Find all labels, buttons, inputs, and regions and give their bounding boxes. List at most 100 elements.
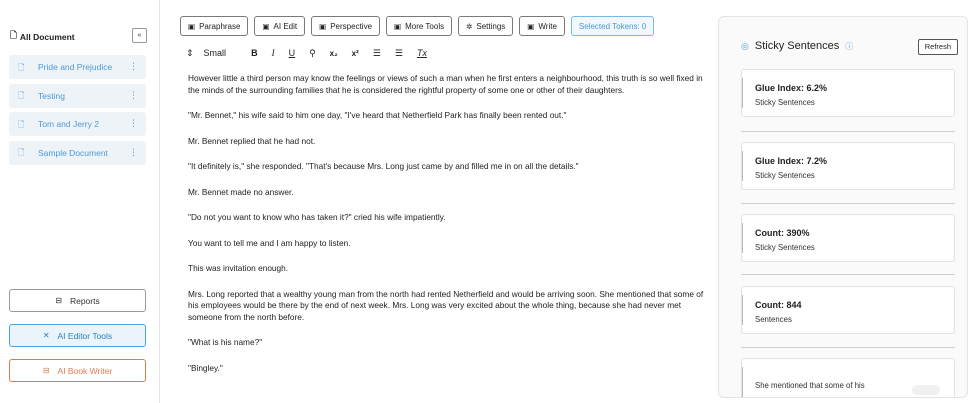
- document-icon: 🗋: [18, 91, 25, 100]
- more-tools-button[interactable]: ▣ More Tools: [386, 16, 453, 36]
- reports-button[interactable]: ⊟ Reports: [9, 289, 146, 312]
- editor-paragraph: "What is his name?": [188, 337, 263, 347]
- selected-tokens-badge: Selected Tokens: 0: [570, 16, 655, 36]
- settings-button-label: Settings: [476, 21, 506, 31]
- selected-tokens-label: Selected Tokens: 0: [578, 21, 647, 31]
- ai-edit-button-label: AI Edit: [273, 21, 298, 31]
- divider: [741, 131, 955, 132]
- subscript-button[interactable]: x₂: [330, 49, 338, 58]
- editor-paragraph: However little a third person may know t…: [188, 73, 703, 95]
- sentence-card[interactable]: She mentioned that some of his: [741, 358, 955, 397]
- more-options-icon[interactable]: ⋮: [129, 147, 138, 158]
- divider: [741, 274, 955, 275]
- italic-button[interactable]: I: [272, 48, 275, 58]
- more-options-icon[interactable]: ⋮: [129, 118, 138, 129]
- document-list: 🗋 Pride and Prejudice ⋮ 🗋 Testing ⋮ 🗋 To…: [9, 55, 146, 169]
- sidebar-title-label: All Document: [19, 32, 75, 42]
- info-icon[interactable]: ⓘ: [845, 41, 853, 52]
- more-options-icon[interactable]: ⋮: [129, 90, 138, 101]
- metric-card[interactable]: Glue Index: 7.2% Sticky Sentences: [741, 142, 955, 190]
- sidebar-title: 🗋 All Document: [10, 30, 75, 44]
- perspective-button[interactable]: ▣ Perspective: [311, 16, 381, 36]
- document-item-pride-and-prejudice[interactable]: 🗋 Pride and Prejudice ⋮: [9, 55, 146, 79]
- write-button-label: Write: [538, 21, 557, 31]
- metric-card-subtitle: Sticky Sentences: [755, 243, 815, 252]
- metric-card-title: Glue Index: 6.2%: [755, 83, 828, 93]
- document-icon: 🗋: [18, 148, 25, 157]
- more-options-icon[interactable]: ⋮: [129, 61, 138, 72]
- more-tools-icon: ▣: [394, 21, 402, 31]
- tools-icon: ✕: [42, 331, 50, 340]
- ai-book-writer-button-label: AI Book Writer: [57, 365, 113, 376]
- app: 🗋 All Document « 🗋 Pride and Prejudice ⋮…: [0, 0, 980, 403]
- document-icon: 🗋: [10, 30, 17, 40]
- book-icon: ⊟: [42, 366, 50, 375]
- reports-icon: ⊟: [55, 296, 62, 305]
- metric-card-title: Count: 844: [755, 300, 802, 310]
- ai-editor-tools-button-label: AI Editor Tools: [57, 330, 113, 341]
- tool-toolbar: ▣ Paraphrase ▣ AI Edit ▣ Perspective ▣ M…: [180, 16, 655, 36]
- text-editor[interactable]: However little a third person may know t…: [188, 73, 708, 403]
- more-tools-button-label: More Tools: [405, 21, 445, 31]
- sentence-card-text: She mentioned that some of his: [755, 381, 865, 390]
- gear-icon: ✲: [466, 21, 473, 31]
- bold-button[interactable]: B: [251, 48, 258, 58]
- bullet-list-icon[interactable]: ☰: [395, 48, 403, 59]
- target-icon: ◎: [741, 40, 749, 51]
- panel-title: Sticky Sentences: [754, 40, 840, 52]
- underline-button[interactable]: U: [289, 48, 296, 58]
- perspective-icon: ▣: [319, 21, 327, 31]
- metric-card-subtitle: Sticky Sentences: [755, 171, 815, 180]
- ai-edit-button[interactable]: ▣ AI Edit: [254, 16, 306, 36]
- paraphrase-button-label: Paraphrase: [199, 21, 241, 31]
- editor-paragraph: This was invitation enough.: [188, 263, 289, 273]
- editor-paragraph: You want to tell me and I am happy to li…: [188, 237, 351, 248]
- ordered-list-icon[interactable]: ☰: [373, 48, 381, 59]
- metric-card[interactable]: Count: 390% Sticky Sentences: [741, 214, 955, 262]
- perspective-button-label: Perspective: [330, 21, 373, 31]
- superscript-button[interactable]: x²: [352, 49, 359, 58]
- editor-paragraph: "It definitely is," she responded. "That…: [188, 161, 579, 171]
- editor-paragraph: Mr. Bennet made no answer.: [188, 186, 294, 197]
- sidebar-header: 🗋 All Document «: [10, 28, 147, 45]
- panel-header: ◎ Sticky Sentences ⓘ: [741, 40, 853, 52]
- editor-paragraph: "Do not you want to know who has taken i…: [188, 212, 446, 222]
- document-icon: 🗋: [18, 119, 25, 129]
- reports-button-label: Reports: [69, 295, 100, 306]
- paraphrase-button[interactable]: ▣ Paraphrase: [180, 16, 249, 36]
- scroll-indicator[interactable]: [912, 385, 940, 395]
- document-item-tom-and-jerry-2[interactable]: 🗋 Tom and Jerry 2 ⋮: [9, 112, 146, 136]
- divider: [741, 347, 955, 348]
- metric-card-subtitle: Sentences: [755, 315, 792, 324]
- document-item-testing[interactable]: 🗋 Testing ⋮: [9, 83, 146, 108]
- document-item-sample-document[interactable]: 🗋 Sample Document ⋮: [9, 140, 146, 165]
- write-icon: ▣: [527, 21, 535, 31]
- editor-paragraph: "Mr. Bennet," his wife said to him one d…: [188, 110, 567, 120]
- ai-book-writer-button[interactable]: ⊟ AI Book Writer: [9, 359, 146, 382]
- metric-card[interactable]: Glue Index: 6.2% Sticky Sentences: [741, 69, 955, 117]
- font-size-select[interactable]: Small: [204, 48, 227, 58]
- sticky-sentences-panel: ◎ Sticky Sentences ⓘ Refresh Glue Index:…: [718, 16, 968, 398]
- editor-paragraph: "Bingley.": [188, 362, 223, 373]
- ai-edit-icon: ▣: [262, 21, 270, 31]
- document-item-label: Sample Document: [38, 147, 108, 158]
- document-icon: 🗋: [18, 62, 25, 72]
- write-button[interactable]: ▣ Write: [519, 16, 565, 36]
- ai-editor-tools-button[interactable]: ✕ AI Editor Tools: [9, 324, 146, 347]
- document-item-label: Pride and Prejudice: [38, 62, 113, 72]
- refresh-button[interactable]: Refresh: [917, 39, 958, 55]
- metric-card[interactable]: Count: 844 Sentences: [741, 286, 955, 334]
- metric-card-title: Glue Index: 7.2%: [755, 156, 828, 166]
- settings-button[interactable]: ✲ Settings: [458, 16, 514, 36]
- clear-format-button[interactable]: Tx: [417, 48, 427, 58]
- divider: [741, 203, 955, 204]
- editor-paragraph: Mr. Bennet replied that he had not.: [188, 135, 316, 146]
- metric-card-subtitle: Sticky Sentences: [755, 98, 815, 107]
- link-icon[interactable]: ⚲: [309, 48, 316, 59]
- metric-card-title: Count: 390%: [755, 228, 810, 238]
- document-item-label: Tom and Jerry 2: [38, 119, 99, 129]
- sidebar: 🗋 All Document « 🗋 Pride and Prejudice ⋮…: [0, 0, 160, 403]
- format-toolbar: ⇕ Small B I U ⚲ x₂ x² ☰ ☰ Tx: [186, 45, 441, 61]
- collapse-sidebar-button[interactable]: «: [132, 28, 147, 43]
- font-size-arrows-icon[interactable]: ⇕: [186, 48, 194, 59]
